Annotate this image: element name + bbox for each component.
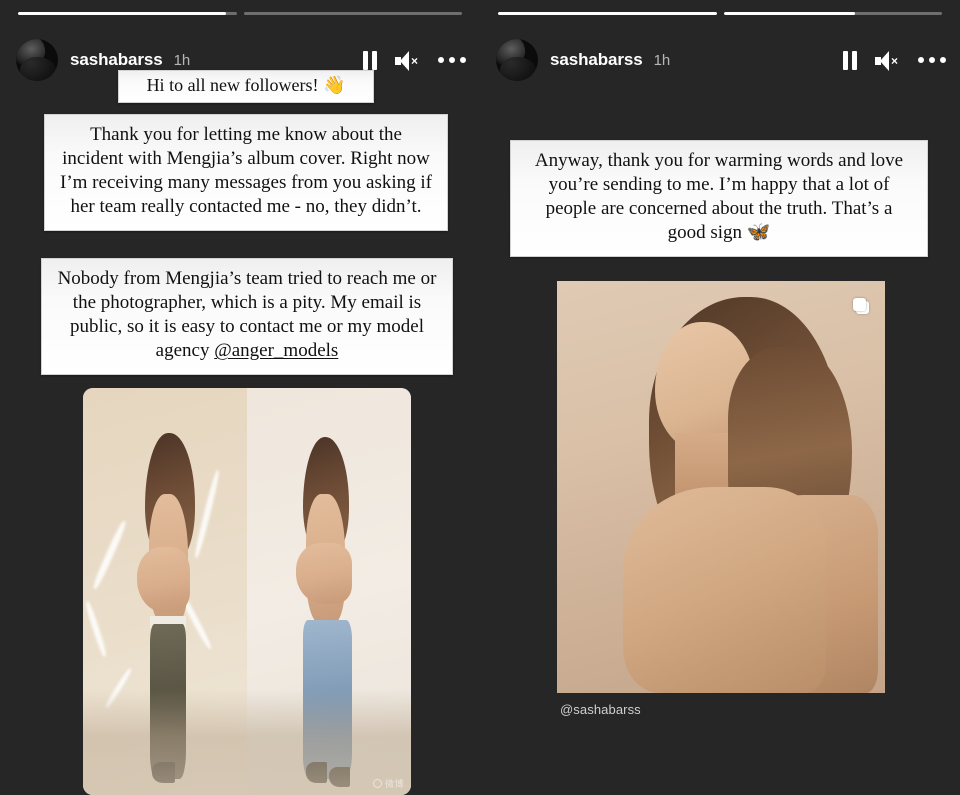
stories-screenshot: sashabarss 1h × Hi to all new followers!… bbox=[0, 0, 960, 795]
portrait-arm bbox=[622, 487, 826, 693]
avatar[interactable] bbox=[16, 39, 58, 81]
comparison-photo-left-half bbox=[83, 388, 247, 795]
mute-icon[interactable]: × bbox=[875, 50, 901, 71]
story-controls-right: × bbox=[843, 50, 946, 71]
photo-watermark: 微博 bbox=[372, 777, 404, 790]
comparison-photo[interactable]: 微博 bbox=[83, 388, 411, 795]
progress-bar-segment[interactable] bbox=[723, 11, 942, 15]
username-label[interactable]: sashabarss bbox=[70, 50, 163, 70]
more-options-icon[interactable] bbox=[918, 57, 946, 63]
comparison-photo-right-half: 微博 bbox=[247, 388, 411, 795]
story-progress-bars-right bbox=[498, 11, 942, 15]
mute-icon[interactable]: × bbox=[395, 50, 421, 71]
avatar[interactable] bbox=[496, 39, 538, 81]
username-label[interactable]: sashabarss bbox=[550, 50, 643, 70]
pause-icon[interactable] bbox=[843, 50, 858, 70]
story-panel-left: sashabarss 1h × Hi to all new followers!… bbox=[0, 0, 480, 795]
story-progress-bars-left bbox=[18, 11, 462, 15]
story-text-statement-2: Nobody from Mengjia’s team tried to reac… bbox=[41, 258, 453, 375]
progress-bar-segment[interactable] bbox=[243, 11, 462, 15]
story-text-greeting: Hi to all new followers! 👋 bbox=[118, 70, 374, 103]
progress-bar-segment[interactable] bbox=[498, 11, 717, 15]
story-text-statement-3: Anyway, thank you for warming words and … bbox=[510, 140, 928, 257]
mention-link[interactable]: @anger_models bbox=[214, 340, 338, 361]
progress-bar-segment[interactable] bbox=[18, 11, 237, 15]
carousel-icon bbox=[853, 298, 869, 314]
timestamp-label: 1h bbox=[173, 51, 191, 69]
more-options-icon[interactable] bbox=[438, 57, 466, 63]
story-text-statement-1: Thank you for letting me know about the … bbox=[44, 114, 448, 231]
story-header-right: sashabarss 1h × bbox=[496, 36, 946, 84]
pause-icon[interactable] bbox=[363, 50, 378, 70]
photo-caption[interactable]: @sashabarss bbox=[560, 702, 641, 717]
timestamp-label: 1h bbox=[653, 51, 671, 69]
weibo-icon bbox=[372, 779, 382, 788]
portrait-photo[interactable] bbox=[557, 281, 885, 693]
story-controls-left: × bbox=[363, 50, 466, 71]
